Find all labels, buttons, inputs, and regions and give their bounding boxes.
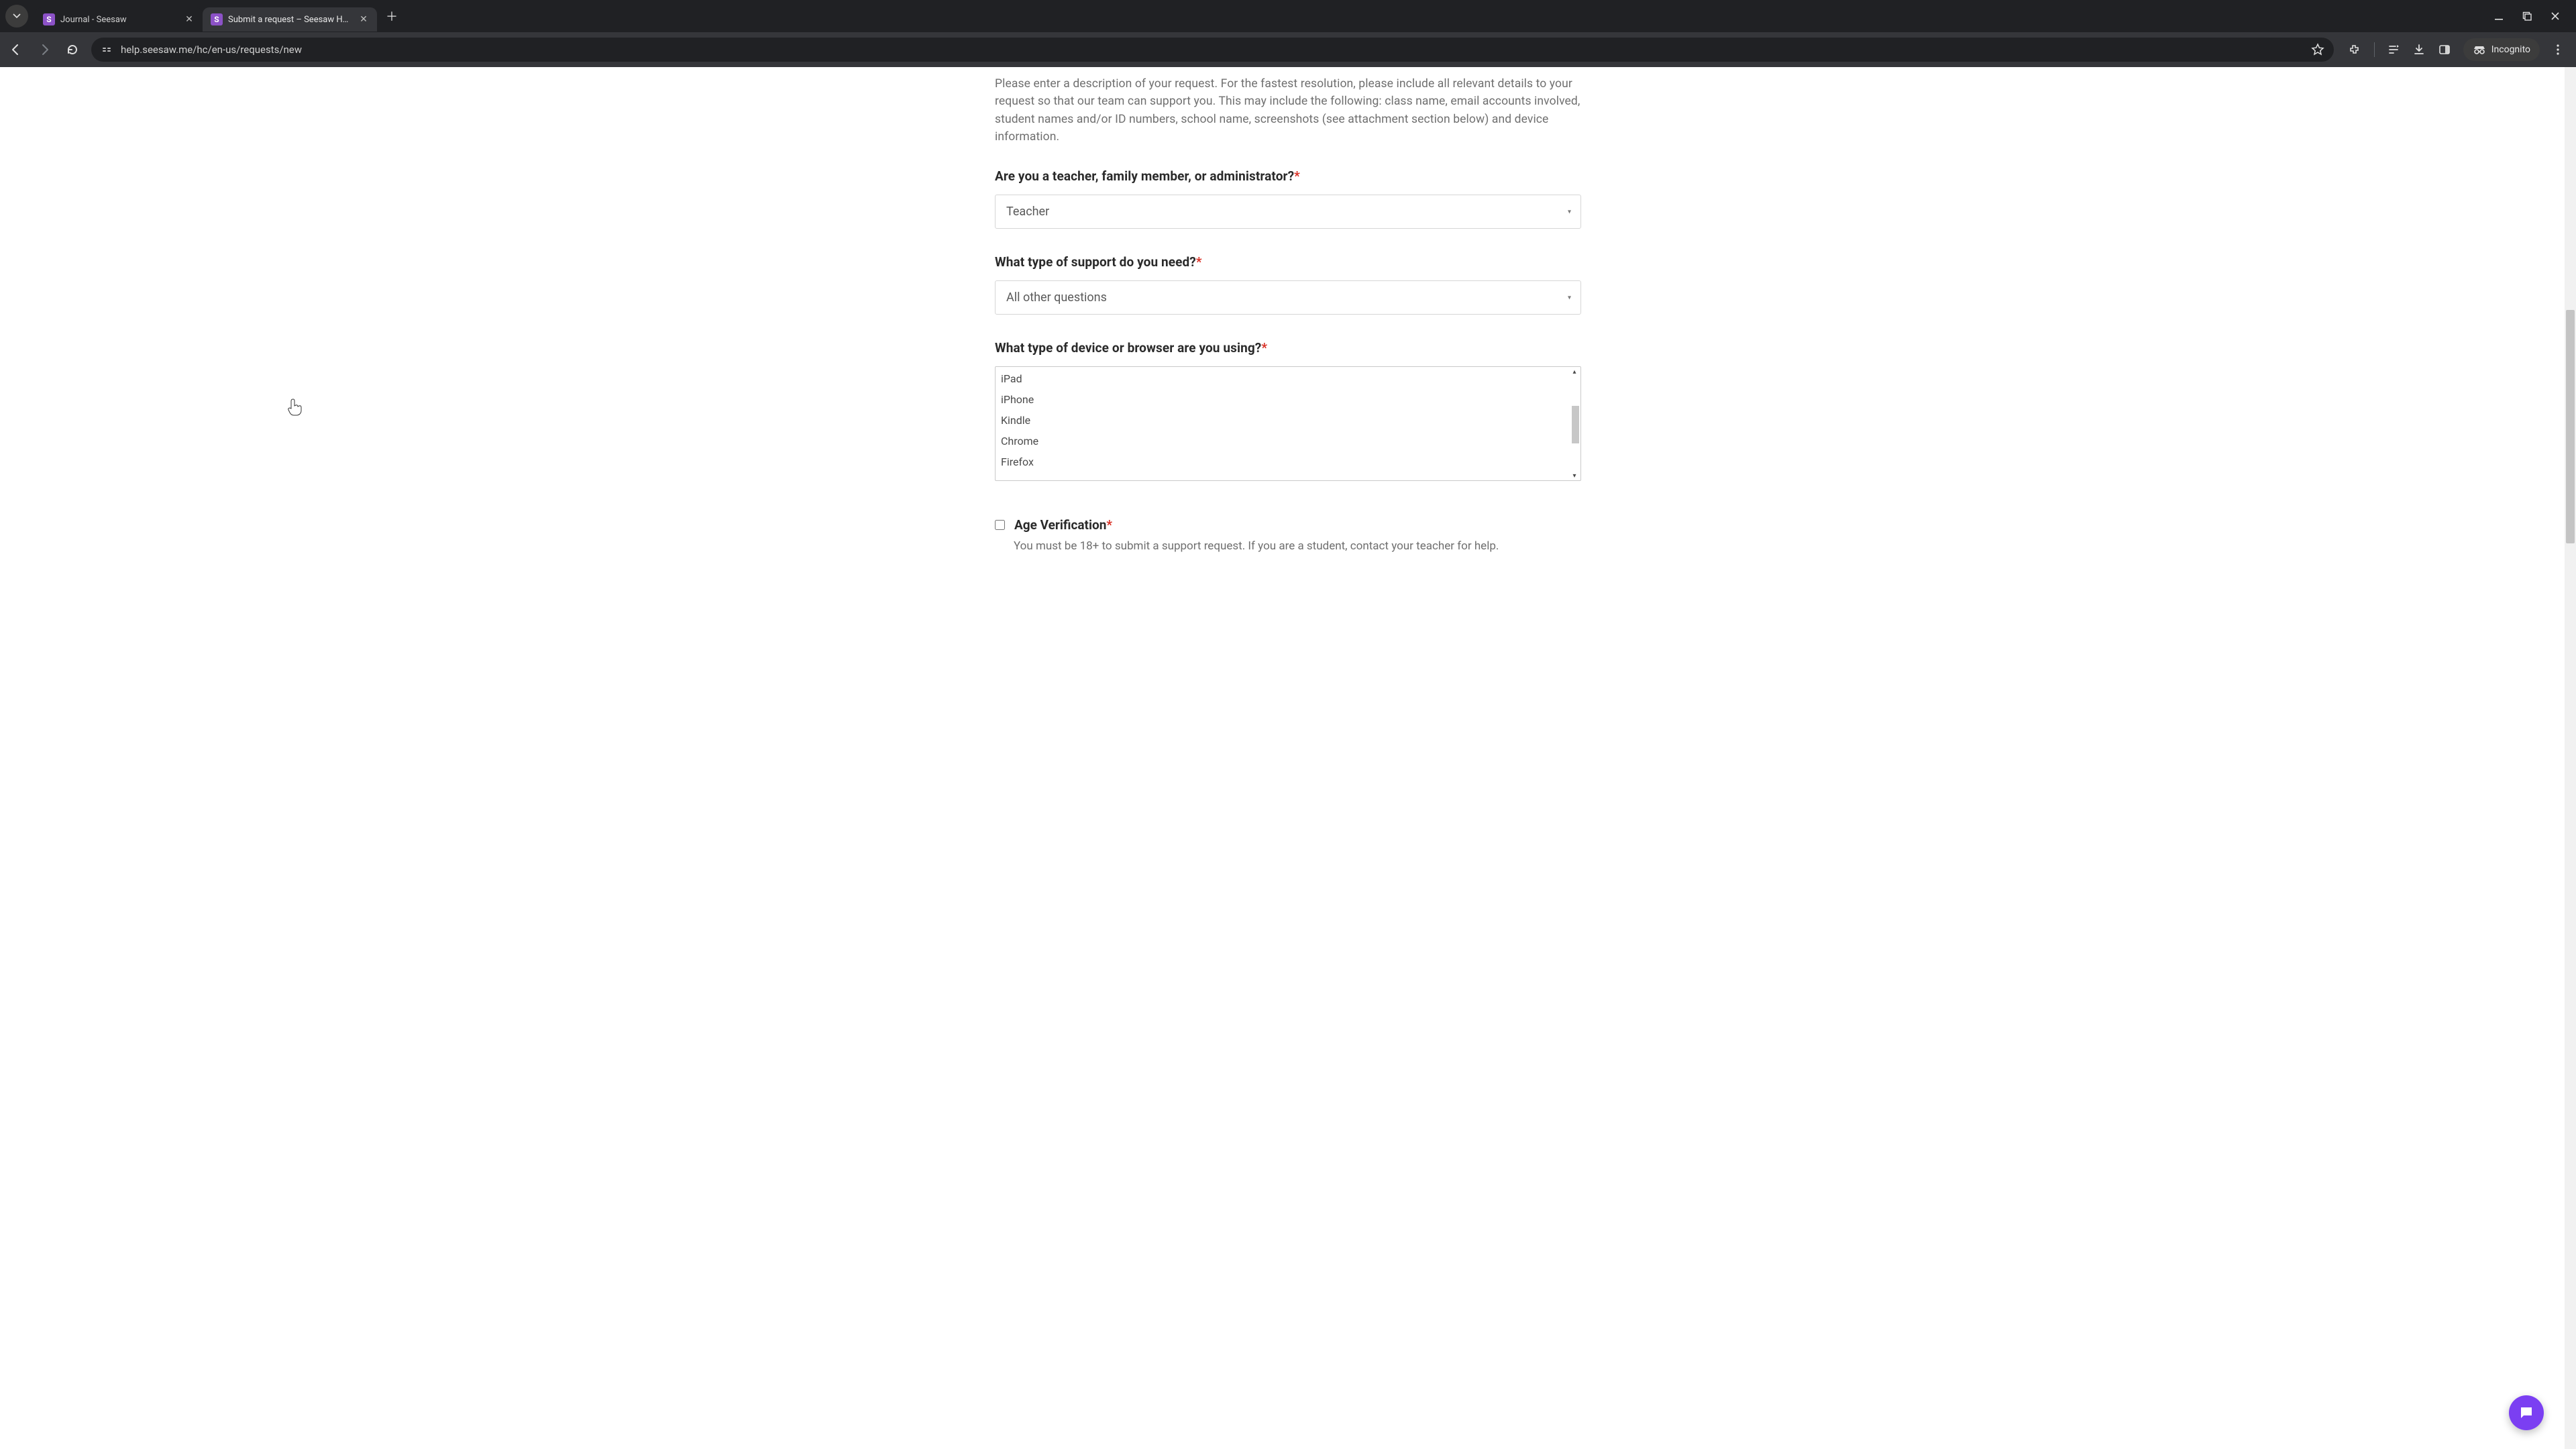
page-scrollbar-thumb[interactable]	[2566, 310, 2575, 543]
age-verification-checkbox[interactable]	[995, 520, 1005, 530]
bookmark-icon[interactable]	[2311, 43, 2324, 56]
incognito-badge[interactable]: Incognito	[2463, 38, 2540, 61]
support-type-label-text: What type of support do you need?	[995, 254, 1196, 270]
url-text: help.seesaw.me/hc/en-us/requests/new	[121, 44, 2303, 56]
support-type-select[interactable]: All other questions	[995, 280, 1581, 315]
required-mark: *	[1106, 517, 1112, 533]
cursor-icon	[288, 398, 303, 416]
tab-search-button[interactable]	[5, 5, 28, 28]
extensions-icon[interactable]	[2349, 43, 2362, 56]
age-verification-sub: You must be 18+ to submit a support requ…	[995, 539, 1581, 553]
maximize-button[interactable]	[2522, 11, 2532, 21]
browser-tab-active[interactable]: S Submit a request – Seesaw Help ✕	[203, 7, 377, 32]
close-window-button[interactable]	[2551, 11, 2560, 21]
menu-icon[interactable]	[2552, 44, 2564, 56]
downloads-icon[interactable]	[2412, 43, 2426, 56]
browser-toolbar: help.seesaw.me/hc/en-us/requests/new Inc…	[0, 32, 2576, 67]
device-label-text: What type of device or browser are you u…	[995, 340, 1261, 356]
role-label: Are you a teacher, family member, or adm…	[995, 168, 1581, 184]
device-field: What type of device or browser are you u…	[995, 340, 1581, 481]
close-tab-button[interactable]: ✕	[358, 14, 369, 25]
device-option-chrome[interactable]: Chrome	[996, 431, 1570, 451]
device-option-iphone[interactable]: iPhone	[996, 389, 1570, 410]
back-button[interactable]	[7, 40, 25, 59]
age-verification-label: Age Verification*	[1014, 517, 1112, 533]
tab-strip: S Journal - Seesaw ✕ S Submit a request …	[0, 0, 2576, 32]
support-type-field: What type of support do you need?* All o…	[995, 254, 1581, 315]
device-label: What type of device or browser are you u…	[995, 340, 1581, 356]
chat-icon	[2518, 1405, 2534, 1421]
device-option-ipad[interactable]: iPad	[996, 368, 1570, 389]
browser-tab[interactable]: S Journal - Seesaw ✕	[35, 7, 203, 32]
favicon-icon: S	[211, 13, 223, 25]
support-type-value: All other questions	[1006, 290, 1107, 305]
forward-button[interactable]	[35, 40, 54, 59]
minimize-button[interactable]	[2494, 11, 2504, 21]
chat-fab[interactable]	[2509, 1395, 2544, 1430]
age-verification-label-text: Age Verification	[1014, 517, 1106, 533]
incognito-label: Incognito	[2491, 44, 2530, 55]
reload-button[interactable]	[63, 40, 82, 59]
listbox-scroll-thumb[interactable]	[1572, 406, 1579, 443]
window-controls	[2494, 11, 2571, 21]
favicon-icon: S	[43, 13, 55, 25]
site-info-icon[interactable]	[101, 44, 113, 56]
page-viewport: Please enter a description of your reque…	[0, 67, 2576, 1449]
role-select[interactable]: Teacher	[995, 195, 1581, 229]
required-mark: *	[1196, 254, 1202, 270]
close-tab-button[interactable]: ✕	[184, 14, 195, 25]
tab-title: Journal - Seesaw	[60, 15, 178, 25]
device-option-kindle[interactable]: Kindle	[996, 410, 1570, 431]
required-mark: *	[1294, 168, 1300, 184]
new-tab-button[interactable]: ＋	[382, 7, 401, 25]
support-type-label: What type of support do you need?*	[995, 254, 1581, 270]
listbox-scroll-up[interactable]: ▴	[1570, 367, 1579, 376]
role-field: Are you a teacher, family member, or adm…	[995, 168, 1581, 229]
role-label-text: Are you a teacher, family member, or adm…	[995, 168, 1294, 184]
media-control-icon[interactable]	[2387, 43, 2400, 56]
sidepanel-icon[interactable]	[2438, 43, 2451, 56]
address-bar[interactable]: help.seesaw.me/hc/en-us/requests/new	[91, 38, 2334, 62]
listbox-scroll-down[interactable]: ▾	[1570, 471, 1579, 480]
incognito-icon	[2473, 45, 2486, 54]
age-verification-row: Age Verification*	[995, 517, 1581, 533]
page-scrollbar-track[interactable]	[2565, 67, 2576, 1449]
tab-title: Submit a request – Seesaw Help	[228, 15, 353, 25]
device-select-open[interactable]: iPad iPhone Kindle Chrome Firefox ▴ ▾	[995, 366, 1581, 481]
toolbar-divider	[2374, 42, 2375, 57]
description-help-text: Please enter a description of your reque…	[995, 75, 1581, 146]
toolbar-actions: Incognito	[2343, 38, 2569, 61]
required-mark: *	[1261, 340, 1267, 356]
device-option-firefox[interactable]: Firefox	[996, 451, 1570, 472]
role-value: Teacher	[1006, 205, 1049, 219]
